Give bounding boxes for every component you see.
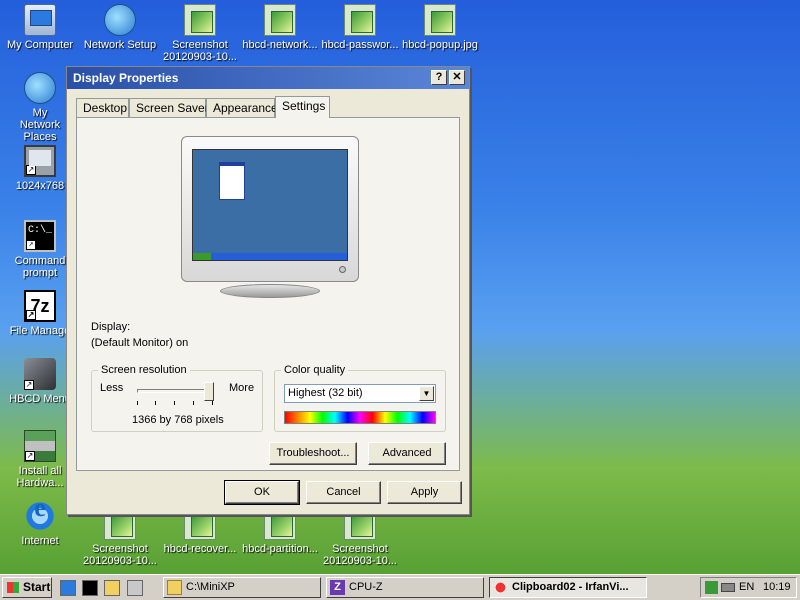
task-label: CPU-Z xyxy=(349,581,383,593)
image-file-icon xyxy=(264,4,296,36)
monitor-stand xyxy=(220,284,320,298)
desktop-icon-hbcd-popup[interactable]: hbcd-popup.jpg xyxy=(401,4,479,51)
resolution-less-label: Less xyxy=(100,382,124,394)
settings-panel: Display: (Default Monitor) on Screen res… xyxy=(76,117,460,471)
screen-resolution-legend: Screen resolution xyxy=(98,364,190,376)
desktop-icon-screenshot-3[interactable]: Screenshot 20120903-10... xyxy=(321,508,399,567)
quicklaunch-ie-icon[interactable] xyxy=(60,580,76,596)
troubleshoot-button[interactable]: Troubleshoot... xyxy=(269,442,357,465)
command-prompt-icon: C:\_ ↗ xyxy=(24,220,56,252)
cancel-button[interactable]: Cancel xyxy=(306,481,381,504)
system-tray: EN 10:19 xyxy=(700,577,797,598)
desktop-icon-hbcd-network[interactable]: hbcd-network... xyxy=(241,4,319,51)
7zip-icon: 7z ↗ xyxy=(24,290,56,322)
desktop-icon-screenshot-2[interactable]: Screenshot 20120903-10... xyxy=(81,508,159,567)
display-value: (Default Monitor) on xyxy=(91,337,189,349)
desktop-icon-label: hbcd-recover... xyxy=(163,543,237,555)
language-indicator[interactable]: EN xyxy=(739,581,754,593)
resolution-slider-ticks xyxy=(137,401,213,405)
monitor-shortcut-icon: ↗ xyxy=(24,145,56,177)
desktop-icon-label: My Computer xyxy=(6,39,74,51)
desktop-icon-network-setup[interactable]: Network Setup xyxy=(81,4,159,51)
tab-settings[interactable]: Settings xyxy=(275,96,330,118)
close-button[interactable]: ✕ xyxy=(449,70,465,85)
apply-button[interactable]: Apply xyxy=(387,481,462,504)
task-label: C:\MiniXP xyxy=(186,581,235,593)
task-label: Clipboard02 - IrfanVi... xyxy=(512,581,629,593)
display-label: Display: xyxy=(91,321,131,333)
quicklaunch-folder-icon[interactable] xyxy=(104,580,120,596)
color-quality-group: Color quality Highest (32 bit) ▼ xyxy=(274,364,446,432)
tools-icon: ↗ xyxy=(24,358,56,390)
folder-icon xyxy=(167,580,182,595)
desktop-icon-hbcd-partition[interactable]: hbcd-partition... xyxy=(241,508,319,555)
image-file-icon xyxy=(424,4,456,36)
tab-appearance[interactable]: Appearance xyxy=(206,98,278,117)
monitor-screen xyxy=(192,149,348,261)
help-button[interactable]: ? xyxy=(431,70,447,85)
desktop-icon-label: Internet xyxy=(21,535,59,547)
desktop-icon-label: hbcd-network... xyxy=(242,39,318,51)
preview-window xyxy=(219,162,245,200)
window-titlebar[interactable]: Display Properties ? ✕ xyxy=(67,67,469,89)
monitor-preview xyxy=(181,136,359,282)
screen-resolution-group: Screen resolution Less More 1366 by 768 … xyxy=(91,364,263,432)
drive-tray-icon[interactable] xyxy=(721,583,735,592)
task-irfanview[interactable]: Clipboard02 - IrfanVi... xyxy=(489,577,647,598)
internet-explorer-icon xyxy=(24,500,56,532)
quicklaunch-camera-icon[interactable] xyxy=(127,580,143,596)
desktop-icon-label: hbcd-passwor... xyxy=(321,39,399,51)
resolution-slider-track[interactable] xyxy=(137,389,213,393)
desktop-icon-label: My Network Places xyxy=(19,107,61,143)
clock[interactable]: 10:19 xyxy=(763,581,791,593)
color-spectrum-bar xyxy=(284,411,436,424)
monitor-power-led xyxy=(339,266,346,273)
preview-taskbar xyxy=(193,253,347,260)
resolution-slider-thumb[interactable] xyxy=(204,382,215,401)
quicklaunch-cmd-icon[interactable] xyxy=(82,580,98,596)
desktop-icon-hbcd-password[interactable]: hbcd-passwor... xyxy=(321,4,399,51)
color-quality-selected: Highest (32 bit) xyxy=(288,387,363,399)
desktop-icon-my-computer[interactable]: My Computer xyxy=(1,4,79,51)
tab-desktop[interactable]: Desktop xyxy=(76,98,129,117)
image-file-icon xyxy=(184,4,216,36)
tab-screen-saver[interactable]: Screen Saver xyxy=(129,98,209,117)
desktop-icon-label: Screenshot 20120903-10... xyxy=(322,543,397,567)
task-minixp[interactable]: C:\MiniXP xyxy=(163,577,321,598)
window-title: Display Properties xyxy=(73,71,179,85)
desktop-icon-label: Screenshot 20120903-10... xyxy=(162,39,237,63)
chevron-down-icon[interactable]: ▼ xyxy=(419,386,434,401)
ok-button[interactable]: OK xyxy=(224,480,300,505)
network-setup-icon xyxy=(104,4,136,36)
color-quality-legend: Color quality xyxy=(281,364,349,376)
network-places-icon xyxy=(24,72,56,104)
color-quality-select[interactable]: Highest (32 bit) ▼ xyxy=(284,384,436,403)
desktop-icon-label: Network Setup xyxy=(83,39,157,51)
irfanview-icon xyxy=(493,580,508,595)
desktop-icon-label: Command prompt xyxy=(14,255,66,279)
preview-start-button xyxy=(193,253,211,260)
network-tray-icon[interactable] xyxy=(705,581,718,594)
resolution-more-label: More xyxy=(229,382,255,394)
task-cpu-z[interactable]: Z CPU-Z xyxy=(326,577,484,598)
advanced-button[interactable]: Advanced xyxy=(368,442,446,465)
computer-icon xyxy=(24,4,56,36)
desktop-icon-label: hbcd-partition... xyxy=(242,543,318,555)
display-properties-window: Display Properties ? ✕ Desktop Screen Sa… xyxy=(66,66,470,515)
start-button[interactable]: Start xyxy=(2,577,52,598)
desktop-icon-hbcd-recover[interactable]: hbcd-recover... xyxy=(161,508,239,555)
taskbar: Start C:\MiniXP Z CPU-Z Clipboard02 - Ir… xyxy=(0,574,800,600)
desktop-icon-screenshot[interactable]: Screenshot 20120903-10... xyxy=(161,4,239,63)
desktop-icon-label: hbcd-popup.jpg xyxy=(402,39,478,51)
resolution-value: 1366 by 768 pixels xyxy=(132,414,224,426)
desktop-icon-label: Install all Hardwa... xyxy=(16,465,64,489)
desktop-icon-label: Screenshot 20120903-10... xyxy=(82,543,157,567)
cpu-z-icon: Z xyxy=(330,580,345,595)
image-file-icon xyxy=(344,4,376,36)
install-hardware-icon: ↗ xyxy=(24,430,56,462)
